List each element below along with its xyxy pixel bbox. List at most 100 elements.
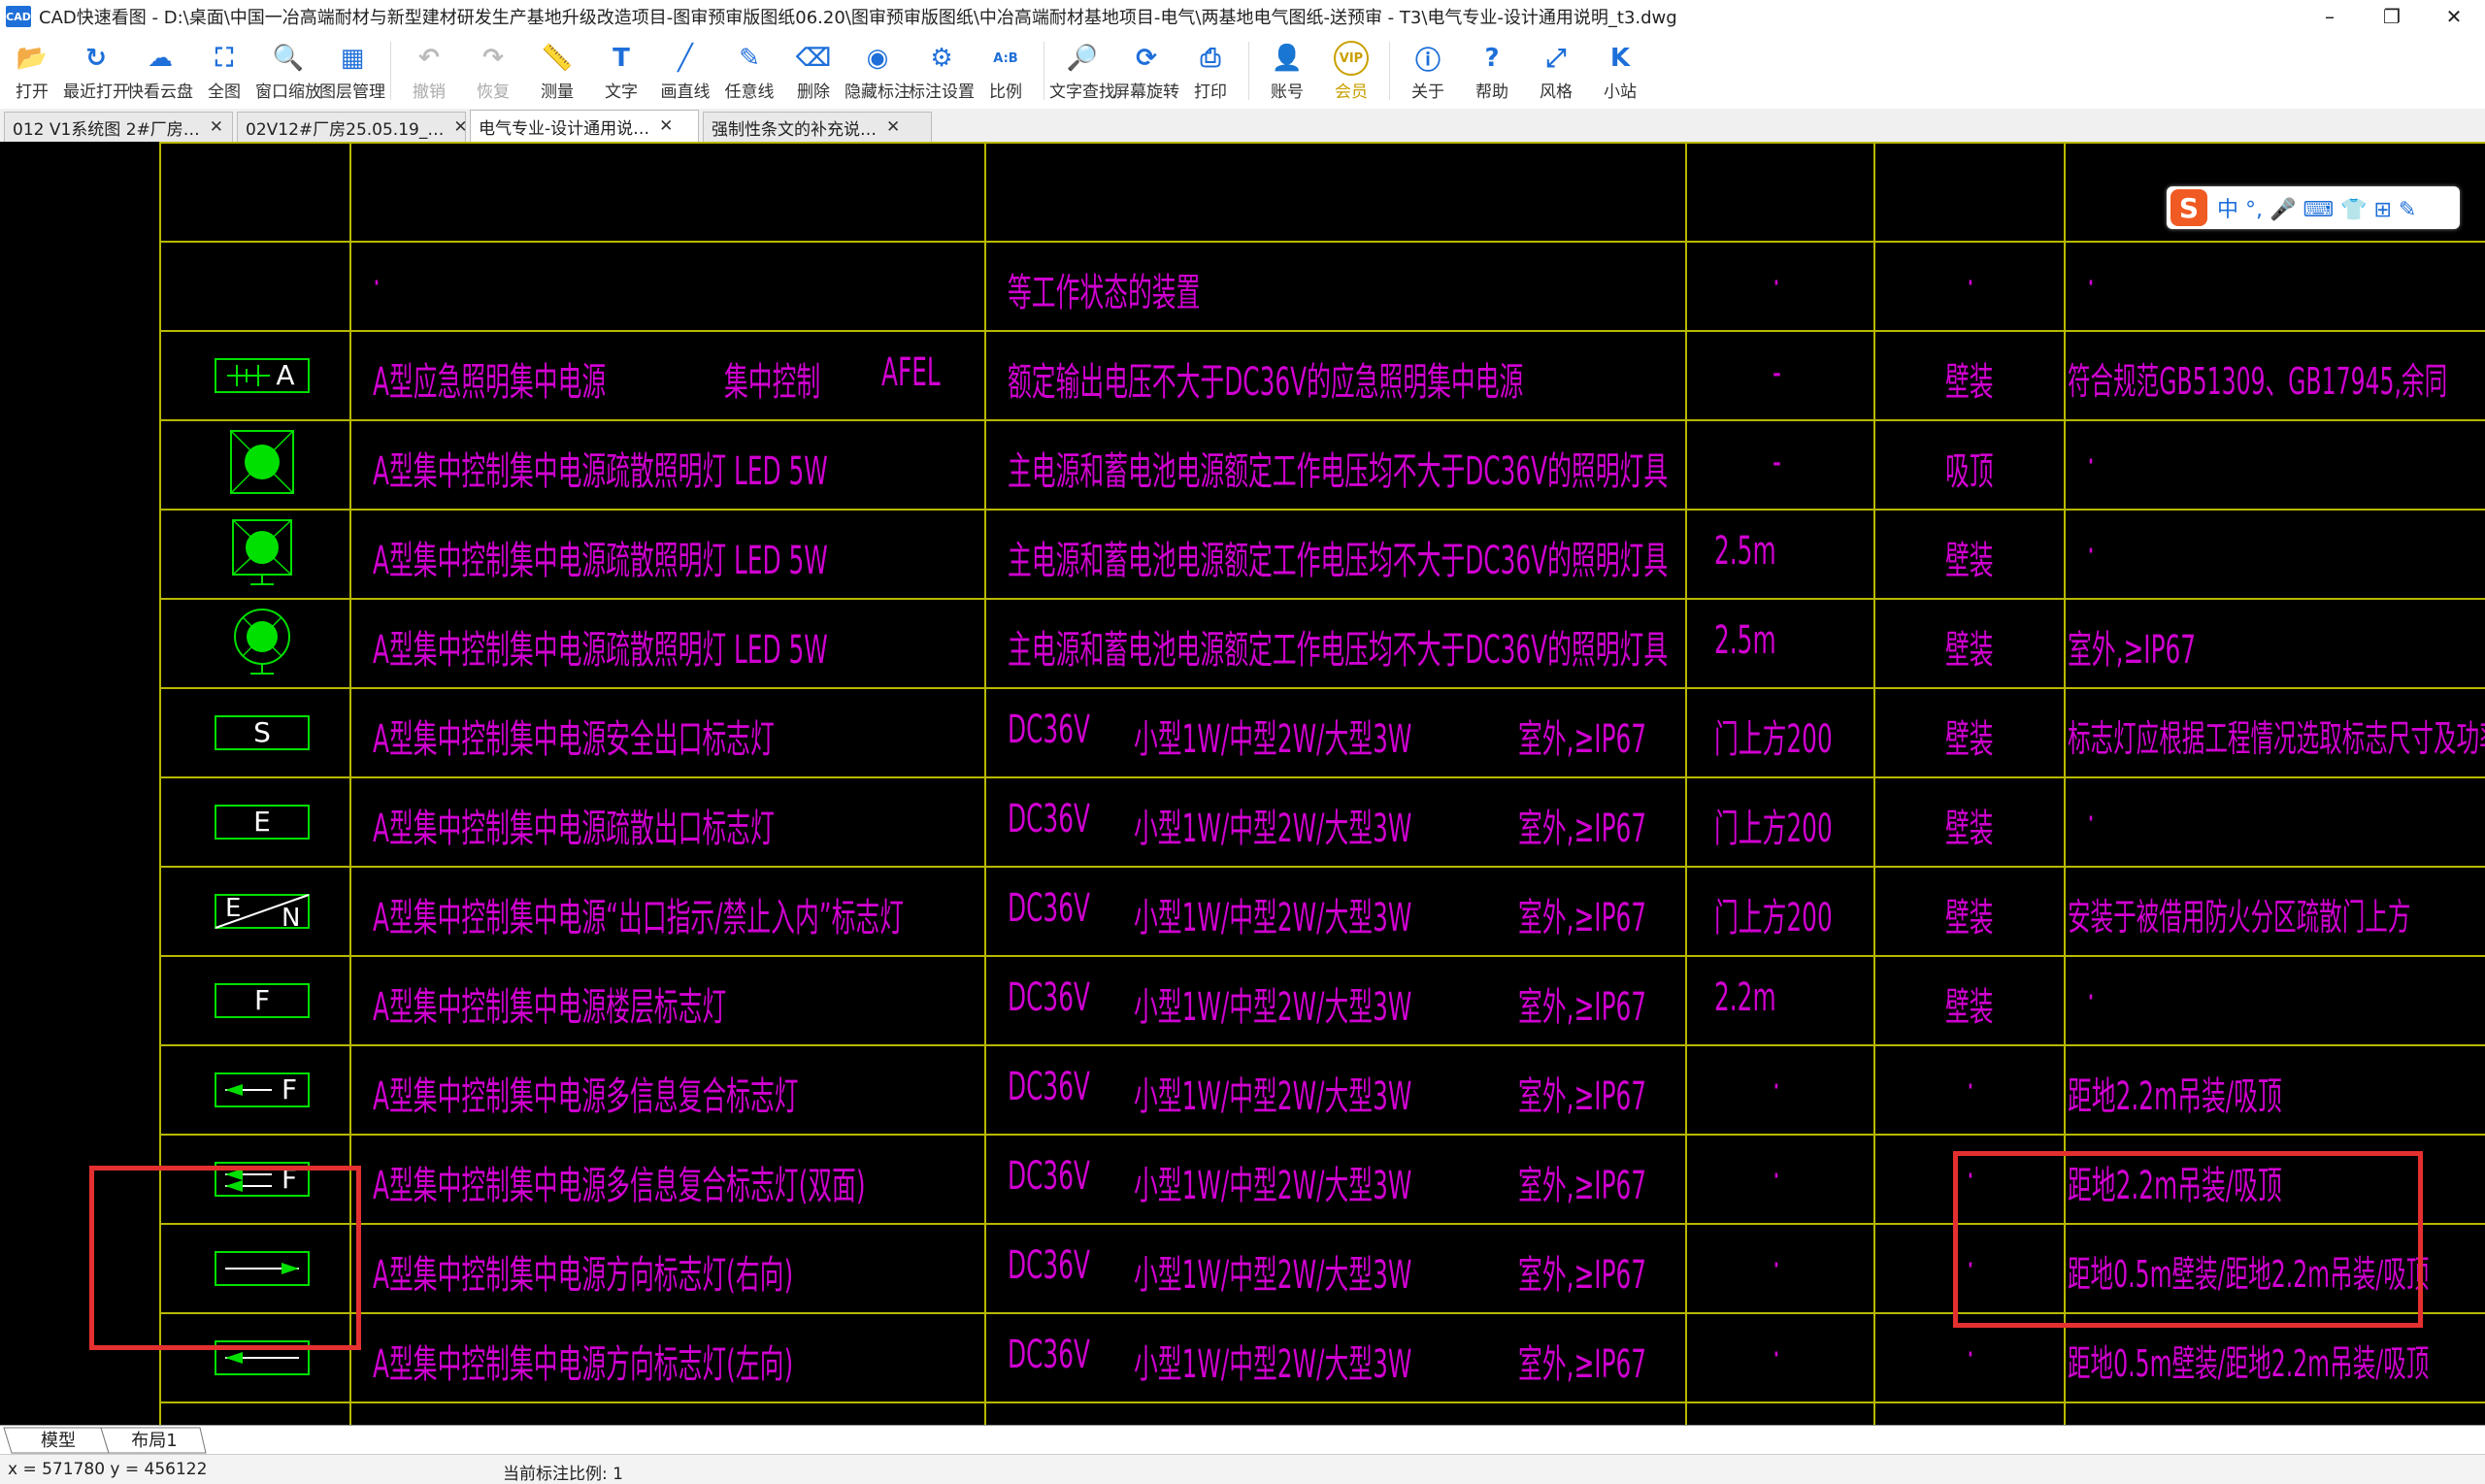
printer-icon: ⎙ — [1192, 41, 1229, 76]
eye-hide-icon: ◉ — [859, 41, 896, 76]
toolbar-user-button[interactable]: 👤账号 — [1255, 33, 1319, 109]
vip-icon: VIP — [1334, 41, 1369, 76]
document-tab[interactable]: 电气专业-设计通用说…✕ — [470, 110, 699, 142]
table-cell-text: 小型1W/中型2W/大型3W — [1134, 1065, 1411, 1121]
status-bar: x = 571780 y = 456122 当前标注比例: 1 — [0, 1454, 2485, 1484]
toolbar-label: 文字 — [605, 78, 638, 102]
table-cell-text: 符合规范GB51309、GB17945,余同 — [2068, 351, 2447, 405]
close-button[interactable]: ✕ — [2423, 0, 2485, 33]
document-tab[interactable]: 012 V1系统图 2#厂房… ✕ — [4, 112, 233, 142]
tab-close-icon[interactable]: ✕ — [659, 116, 673, 136]
text-search-icon: 🔎 — [1064, 41, 1101, 76]
toolbar-text-button[interactable]: T文字 — [589, 33, 653, 109]
ime-widget[interactable]: S 中 °, 🎤 ⌨ 👕 ⊞ ✎ — [2167, 186, 2460, 229]
tab-close-icon[interactable]: ✕ — [886, 117, 900, 137]
toolbar-window-zoom-button[interactable]: 🔍窗口缩放 — [256, 33, 320, 109]
table-cell-text: 小型1W/中型2W/大型3W — [1134, 1243, 1411, 1300]
toolbar-measure-button[interactable]: 📏测量 — [525, 33, 589, 109]
table-cell-text: 室外,≥IP67 — [2068, 618, 2196, 675]
tab-model[interactable]: 模型 — [14, 1426, 103, 1453]
toolbar-help-button[interactable]: ?帮助 — [1460, 33, 1524, 109]
highlight-box-symbols — [89, 1166, 361, 1350]
table-cell-text: 等工作状态的装置 — [1008, 261, 1200, 317]
toolbar-label: 关于 — [1411, 78, 1444, 102]
table-cell-text: 2.5m — [1714, 529, 1776, 574]
svg-text:A: A — [276, 359, 294, 391]
minimize-button[interactable]: – — [2299, 0, 2361, 33]
svg-text:F: F — [254, 984, 270, 1016]
toolbar-separator — [1389, 42, 1390, 100]
table-cell-text: 主电源和蓄电池电源额定工作电压均不大于DC36V的照明灯具 — [1008, 618, 1668, 675]
table-cell-text: A型应急照明集中电源 — [373, 350, 606, 407]
symbol-arrow-F-icon: F — [204, 1050, 320, 1128]
table-cell-text: 室外,≥IP67 — [1518, 708, 1646, 764]
toolbar-freehand-button[interactable]: ✎任意线 — [717, 33, 781, 109]
table-cell-text: · — [1773, 1243, 1780, 1288]
toolbar-layers-button[interactable]: ▦图层管理 — [320, 33, 384, 109]
text-icon: T — [603, 41, 640, 76]
tab-layout1[interactable]: 布局1 — [109, 1426, 200, 1453]
toolbar-station-button[interactable]: K小站 — [1588, 33, 1652, 109]
document-tab[interactable]: 02V12#厂房25.05.19_… ✕ — [237, 112, 466, 142]
toolbar-fullview-button[interactable]: ⛶全图 — [192, 33, 256, 109]
toolbar-rotate-button[interactable]: ⟳屏幕旋转 — [1114, 33, 1178, 109]
table-cell-text: · — [1773, 1333, 1780, 1377]
table-grid-line — [159, 419, 2485, 421]
document-tab-label: 02V12#厂房25.05.19_… — [246, 115, 444, 140]
toolbar-separator — [1248, 42, 1249, 100]
document-tab-label: 012 V1系统图 2#厂房… — [13, 115, 200, 140]
measure-icon: 📏 — [539, 41, 576, 76]
table-cell-text: 距地0.5m壁装/距地2.2m吊装/吸顶 — [2068, 1334, 2429, 1387]
toolbar-recent-button[interactable]: ↻最近打开 — [64, 33, 128, 109]
toolbar-folder-open-button[interactable]: 📂打开 — [0, 33, 64, 109]
table-cell-text: · — [2087, 440, 2095, 484]
toolbar-eye-hide-button[interactable]: ◉隐藏标注 — [845, 33, 910, 109]
toolbar-label: 隐藏标注 — [845, 78, 911, 102]
annotation-scale: 当前标注比例: 1 — [503, 1460, 623, 1484]
toolbar-label: 打印 — [1194, 78, 1227, 102]
document-tab-label: 强制性条文的补充说… — [712, 115, 877, 140]
style-icon: ⤢ — [1538, 41, 1574, 76]
table-cell-text: 室外,≥IP67 — [1518, 1065, 1646, 1121]
toolbar-line-button[interactable]: ╱画直线 — [653, 33, 717, 109]
table-cell-text: · — [2087, 529, 2095, 574]
symbol-lamp-ceiling-icon — [204, 425, 320, 503]
toolbar-style-button[interactable]: ⤢风格 — [1524, 33, 1588, 109]
toolbar-printer-button[interactable]: ⎙打印 — [1178, 33, 1242, 109]
toolbar-cloud-button[interactable]: ☁快看云盘 — [128, 33, 192, 109]
toolbar-scale-button[interactable]: A:B比例 — [974, 33, 1038, 109]
toolbar-label: 最近打开 — [63, 78, 129, 102]
table-cell-text: · — [2087, 975, 2095, 1020]
toolbar-eraser-button[interactable]: ⌫删除 — [781, 33, 845, 109]
restore-button[interactable]: ❐ — [2361, 0, 2423, 33]
table-cell-text: · — [1773, 261, 1780, 306]
toolbar-undo-button[interactable]: ↶撤销 — [397, 33, 461, 109]
symbol-EN-icon: EN — [204, 872, 320, 949]
layout-tabs: 模型 布局1 — [0, 1425, 2485, 1455]
document-tab[interactable]: 强制性条文的补充说… ✕ — [703, 112, 932, 142]
table-cell-text: 标志灯应根据工程情况选取标志尺寸及功率,余同 — [2068, 709, 2485, 762]
table-grid-line — [159, 142, 2485, 144]
symbol-lamp-wall-ring-icon — [204, 604, 320, 681]
table-cell-text: 集中控制 — [724, 350, 820, 407]
table-grid-line — [984, 142, 986, 1425]
tab-close-icon[interactable]: ✕ — [210, 117, 223, 137]
drawing-canvas[interactable]: S 中 °, 🎤 ⌨ 👕 ⊞ ✎ · 等工作状态的装置 · · · A A型应急照明集中电源… — [0, 142, 2485, 1425]
table-cell-text: A型集中控制集中电源疏散照明灯 LED 5W — [373, 529, 828, 585]
table-cell-text: A型集中控制集中电源“出口指示/禁止入内”标志灯 — [373, 886, 904, 942]
table-cell-text: DC36V — [1008, 1243, 1090, 1288]
document-tabs: 012 V1系统图 2#厂房…✕02V12#厂房25.05.19_…✕电气专业-… — [0, 109, 2485, 143]
toolbar-vip-button[interactable]: VIP会员 — [1319, 33, 1383, 109]
toolbar-text-search-button[interactable]: 🔎文字查找 — [1050, 33, 1114, 109]
toolbar-label: 文字查找 — [1049, 78, 1115, 102]
recent-icon: ↻ — [78, 41, 115, 76]
tab-close-icon[interactable]: ✕ — [453, 117, 467, 137]
toolbar-info-button[interactable]: ⓘ关于 — [1396, 33, 1460, 109]
user-icon: 👤 — [1269, 41, 1306, 76]
toolbar-label: 窗口缩放 — [255, 78, 321, 102]
toolbar-annotation-settings-button[interactable]: ⚙标注设置 — [910, 33, 974, 109]
table-cell-text: 室外,≥IP67 — [1518, 975, 1646, 1032]
toolbar-redo-button[interactable]: ↷恢复 — [461, 33, 525, 109]
window-zoom-icon: 🔍 — [270, 41, 307, 76]
symbol-A-icon: A — [204, 336, 320, 413]
